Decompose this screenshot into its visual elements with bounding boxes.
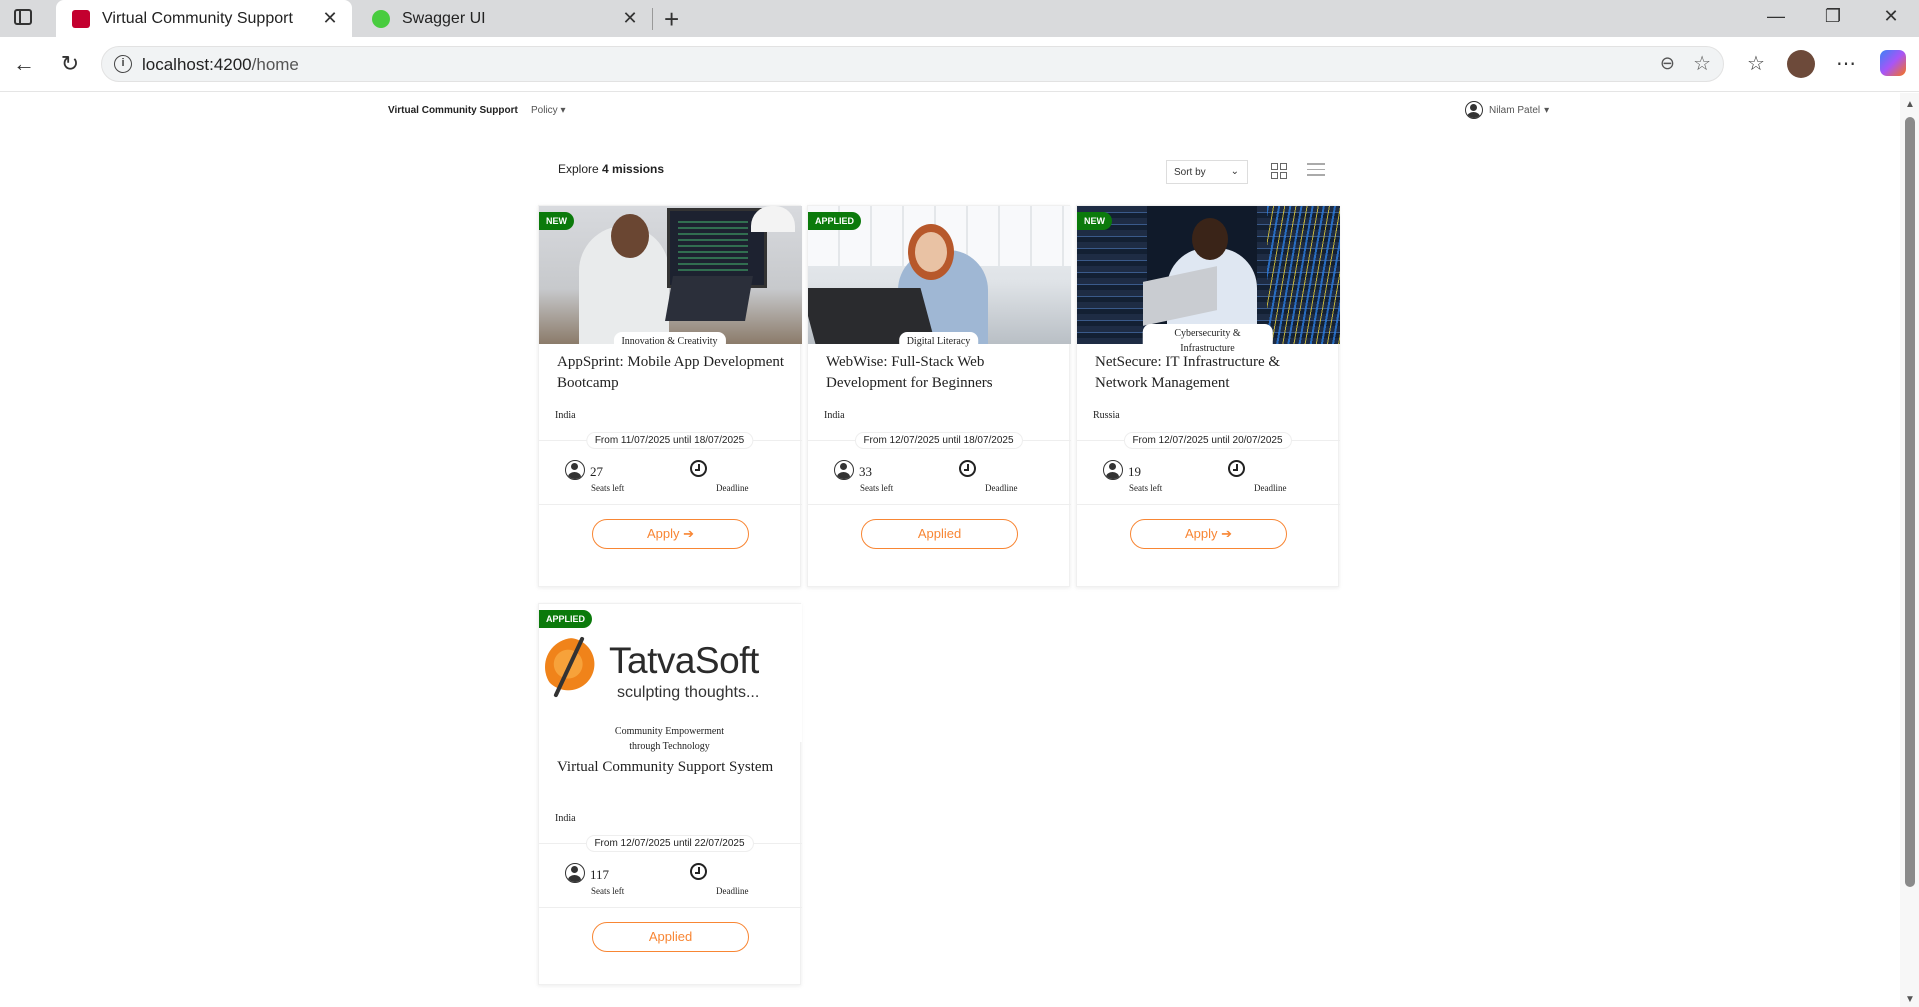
clock-icon — [690, 863, 707, 880]
seats-label: Seats left — [591, 886, 625, 896]
sidebar-toggle-icon[interactable] — [14, 9, 32, 25]
scroll-up-icon[interactable]: ▲ — [1905, 99, 1915, 110]
mission-title[interactable]: AppSprint: Mobile App Development Bootca… — [557, 352, 792, 394]
logo-text: TatvaSoft — [609, 640, 759, 681]
sort-by-select[interactable]: Sort by ⌄ — [1166, 160, 1248, 184]
mission-dates: From 12/07/2025 until 18/07/2025 — [854, 432, 1023, 449]
app-brand[interactable]: Virtual Community Support — [388, 105, 518, 116]
apply-button[interactable]: Apply ➔ — [592, 519, 749, 549]
seats-count: 19 — [1128, 464, 1141, 479]
favorites-icon[interactable]: ☆ — [1742, 51, 1770, 76]
back-icon[interactable]: ← — [10, 51, 38, 77]
mission-theme: Innovation & Creativity — [613, 332, 726, 351]
tab-separator — [652, 8, 653, 30]
angular-icon — [72, 9, 90, 28]
close-icon[interactable]: ✕ — [620, 8, 640, 29]
mission-card: TatvaSoft sculpting thoughts... APPLIED … — [538, 603, 802, 985]
scrollbar-thumb[interactable] — [1905, 117, 1915, 887]
deadline-label: Deadline — [716, 483, 749, 493]
favorite-star-icon[interactable]: ☆ — [1693, 51, 1711, 76]
chevron-down-icon: ⌄ — [1230, 166, 1239, 177]
seats-count: 117 — [590, 867, 610, 882]
applied-button[interactable]: Applied — [861, 519, 1018, 549]
restore-icon[interactable]: ❐ — [1818, 6, 1848, 27]
status-badge: APPLIED — [808, 212, 862, 230]
policy-dropdown[interactable]: Policy ▾ — [531, 105, 566, 116]
mission-country: Russia — [1093, 410, 1120, 421]
mission-country: India — [555, 410, 576, 421]
address-bar[interactable]: i localhost:4200/home ⊖ ☆ — [101, 46, 1724, 82]
mission-title[interactable]: NetSecure: IT Infrastructure & Network M… — [1095, 352, 1330, 394]
tab-title: Swagger UI — [402, 9, 486, 27]
status-badge: APPLIED — [539, 610, 593, 628]
scroll-down-icon[interactable]: ▼ — [1905, 994, 1915, 1005]
address-toolbar: ← ↻ i localhost:4200/home ⊖ ☆ ☆ ⋯ — [0, 37, 1919, 92]
mission-title[interactable]: WebWise: Full-Stack Web Development for … — [826, 352, 1061, 394]
mission-title[interactable]: Virtual Community Support System — [557, 757, 792, 778]
mission-theme: Digital Literacy — [898, 332, 979, 351]
deadline-label: Deadline — [1254, 483, 1287, 493]
mission-dates: From 11/07/2025 until 18/07/2025 — [585, 432, 754, 449]
mission-country: India — [824, 410, 845, 421]
window-close-icon[interactable]: ✕ — [1876, 6, 1906, 27]
caret-down-icon: ▾ — [560, 105, 566, 116]
browser-tab-bar: Virtual Community Support ✕ Swagger UI ✕… — [0, 0, 1919, 37]
mission-card: APPLIED Digital Literacy WebWise: Full-S… — [807, 205, 1071, 587]
seats-count: 33 — [859, 464, 872, 479]
mission-dates: From 12/07/2025 until 22/07/2025 — [585, 835, 754, 852]
deadline-label: Deadline — [716, 886, 749, 896]
deadline-label: Deadline — [985, 483, 1018, 493]
apply-button[interactable]: Apply ➔ — [1130, 519, 1287, 549]
clock-icon — [690, 460, 707, 477]
clock-icon — [1228, 460, 1245, 477]
reload-icon[interactable]: ↻ — [56, 51, 84, 77]
mission-country: India — [555, 813, 576, 824]
page-viewport: Virtual Community Support Policy ▾ Nilam… — [5, 93, 1900, 1007]
seats-label: Seats left — [591, 483, 625, 493]
status-badge: NEW — [1077, 212, 1112, 230]
tab-swagger-ui[interactable]: Swagger UI ✕ — [356, 0, 652, 37]
vertical-scrollbar[interactable]: ▲ ▼ — [1900, 93, 1919, 1007]
seats-count: 27 — [590, 464, 603, 479]
explore-heading: Explore 4 missions — [558, 162, 665, 176]
minimize-icon[interactable]: — — [1761, 6, 1791, 27]
applied-button[interactable]: Applied — [592, 922, 749, 952]
tab-title: Virtual Community Support — [102, 9, 293, 27]
swagger-icon — [372, 9, 390, 28]
tatvasoft-logo-icon — [545, 638, 603, 696]
status-badge: NEW — [539, 212, 574, 230]
caret-down-icon: ▾ — [1544, 104, 1550, 116]
user-menu[interactable]: Nilam Patel ▾ — [1465, 101, 1549, 119]
mission-image — [539, 206, 802, 344]
more-options-icon[interactable]: ⋯ — [1832, 51, 1860, 76]
close-icon[interactable]: ✕ — [320, 8, 340, 29]
profile-avatar[interactable] — [1787, 50, 1815, 78]
mission-card: NEW Cybersecurity & Infrastructure NetSe… — [1076, 205, 1340, 587]
zoom-icon[interactable]: ⊖ — [1660, 53, 1675, 74]
seats-user-icon — [1103, 460, 1123, 480]
mission-theme: Community Empowerment through Technology — [604, 722, 735, 756]
new-tab-icon[interactable]: + — [664, 4, 679, 35]
seats-user-icon — [834, 460, 854, 480]
site-info-icon[interactable]: i — [114, 55, 132, 73]
grid-view-icon[interactable] — [1271, 163, 1287, 179]
list-view-icon[interactable] — [1307, 163, 1325, 179]
mission-card: NEW Innovation & Creativity AppSprint: M… — [538, 205, 802, 587]
tab-virtual-community-support[interactable]: Virtual Community Support ✕ — [56, 0, 352, 37]
seats-label: Seats left — [1129, 483, 1163, 493]
user-name: Nilam Patel — [1489, 104, 1541, 116]
url-text[interactable]: localhost:4200/home — [142, 55, 299, 75]
seats-user-icon — [565, 460, 585, 480]
copilot-icon[interactable] — [1880, 50, 1906, 76]
logo-tagline: sculpting thoughts... — [617, 684, 760, 701]
clock-icon — [959, 460, 976, 477]
seats-user-icon — [565, 863, 585, 883]
seats-label: Seats left — [860, 483, 894, 493]
mission-dates: From 12/07/2025 until 20/07/2025 — [1123, 432, 1292, 449]
user-avatar-icon — [1465, 101, 1483, 119]
